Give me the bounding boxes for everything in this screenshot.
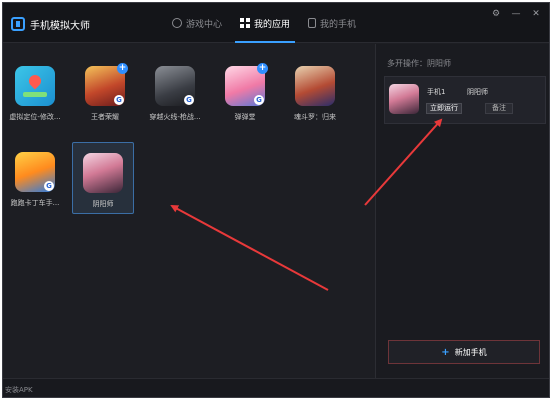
app-item-cf[interactable]: G 穿越火线-枪战... <box>145 66 205 142</box>
tencent-games-icon: G <box>114 95 124 105</box>
cf-app-icon: G <box>155 66 195 106</box>
app-item-onmyoji[interactable]: 阴阳师 <box>72 142 134 214</box>
phone-icon <box>308 18 317 28</box>
tab-label: 我的应用 <box>254 19 291 30</box>
app-label: 虚拟定位-修改... <box>9 113 61 121</box>
note-button[interactable]: 备注 <box>485 103 513 114</box>
app-label: 王者荣耀 <box>91 113 119 121</box>
update-badge-icon[interactable]: + <box>257 63 268 74</box>
window-controls: ⚙ — ✕ <box>491 9 541 19</box>
tab-label: 我的手机 <box>320 19 357 30</box>
tab-my-apps[interactable]: 我的应用 <box>231 3 299 43</box>
phone-card: 手机1 阴阳师 立即运行 备注 <box>384 76 546 124</box>
onmyoji-app-icon <box>389 84 419 114</box>
app-label: 阴阳师 <box>92 200 114 208</box>
app-grid: 虚拟定位-修改... + G 王者荣耀 G 穿越火线-枪战... + G 弹弹堂… <box>3 44 375 378</box>
panel-title: 多开操作：阴阳师 <box>387 59 451 68</box>
location-app-icon <box>15 66 55 106</box>
multi-instance-panel: 多开操作：阴阳师 手机1 阴阳师 立即运行 备注 + 新加手机 <box>375 44 549 378</box>
app-item-location[interactable]: 虚拟定位-修改... <box>5 66 65 142</box>
app-title: 手机模拟大师 <box>30 20 90 32</box>
brand: 手机模拟大师 <box>11 16 90 32</box>
tab-my-phone[interactable]: 我的手机 <box>299 3 365 43</box>
add-phone-label: 新加手机 <box>454 347 487 357</box>
update-badge-icon[interactable]: + <box>117 63 128 74</box>
close-icon[interactable]: ✕ <box>531 9 541 19</box>
app-label: 魂斗罗：归来 <box>294 113 336 121</box>
app-label: 跑跑卡丁车手... <box>10 199 60 207</box>
tencent-games-icon: G <box>184 95 194 105</box>
plus-icon: + <box>441 346 450 358</box>
wzry-app-icon: + G <box>85 63 128 106</box>
app-label: 穿越火线-枪战... <box>149 113 201 121</box>
ddt-app-icon: + G <box>225 63 268 106</box>
app-item-contra[interactable]: 魂斗罗：归来 <box>285 66 345 142</box>
gamepad-icon <box>172 18 182 28</box>
app-item-kart[interactable]: G 跑跑卡丁车手... <box>5 152 65 228</box>
tab-game-center[interactable]: 游戏中心 <box>163 3 231 43</box>
run-now-button[interactable]: 立即运行 <box>426 103 462 114</box>
top-nav: 游戏中心 我的应用 我的手机 <box>163 3 365 43</box>
footer-bar: 安装APK <box>3 378 549 397</box>
app-window: 手机模拟大师 游戏中心 我的应用 我的手机 ⚙ — ✕ 虚拟定位-修改... +… <box>2 2 550 398</box>
settings-icon[interactable]: ⚙ <box>491 9 501 19</box>
app-logo-icon <box>11 17 25 31</box>
contra-app-icon <box>295 66 335 106</box>
onmyoji-app-icon <box>83 153 123 193</box>
grid-icon <box>240 18 251 28</box>
kart-app-icon: G <box>15 152 55 192</box>
phone-name: 手机1 <box>427 88 446 96</box>
phone-app-name: 阴阳师 <box>467 88 488 96</box>
add-phone-button[interactable]: + 新加手机 <box>388 340 540 364</box>
tab-label: 游戏中心 <box>186 19 223 30</box>
tencent-games-icon: G <box>44 181 54 191</box>
app-item-wzry[interactable]: + G 王者荣耀 <box>75 63 135 142</box>
tencent-games-icon: G <box>254 95 264 105</box>
title-bar: 手机模拟大师 游戏中心 我的应用 我的手机 ⚙ — ✕ <box>3 3 549 43</box>
app-label: 弹弹堂 <box>234 113 256 121</box>
app-item-ddt[interactable]: + G 弹弹堂 <box>215 63 275 142</box>
install-apk-link[interactable]: 安装APK <box>5 385 33 395</box>
minimize-icon[interactable]: — <box>511 9 521 19</box>
